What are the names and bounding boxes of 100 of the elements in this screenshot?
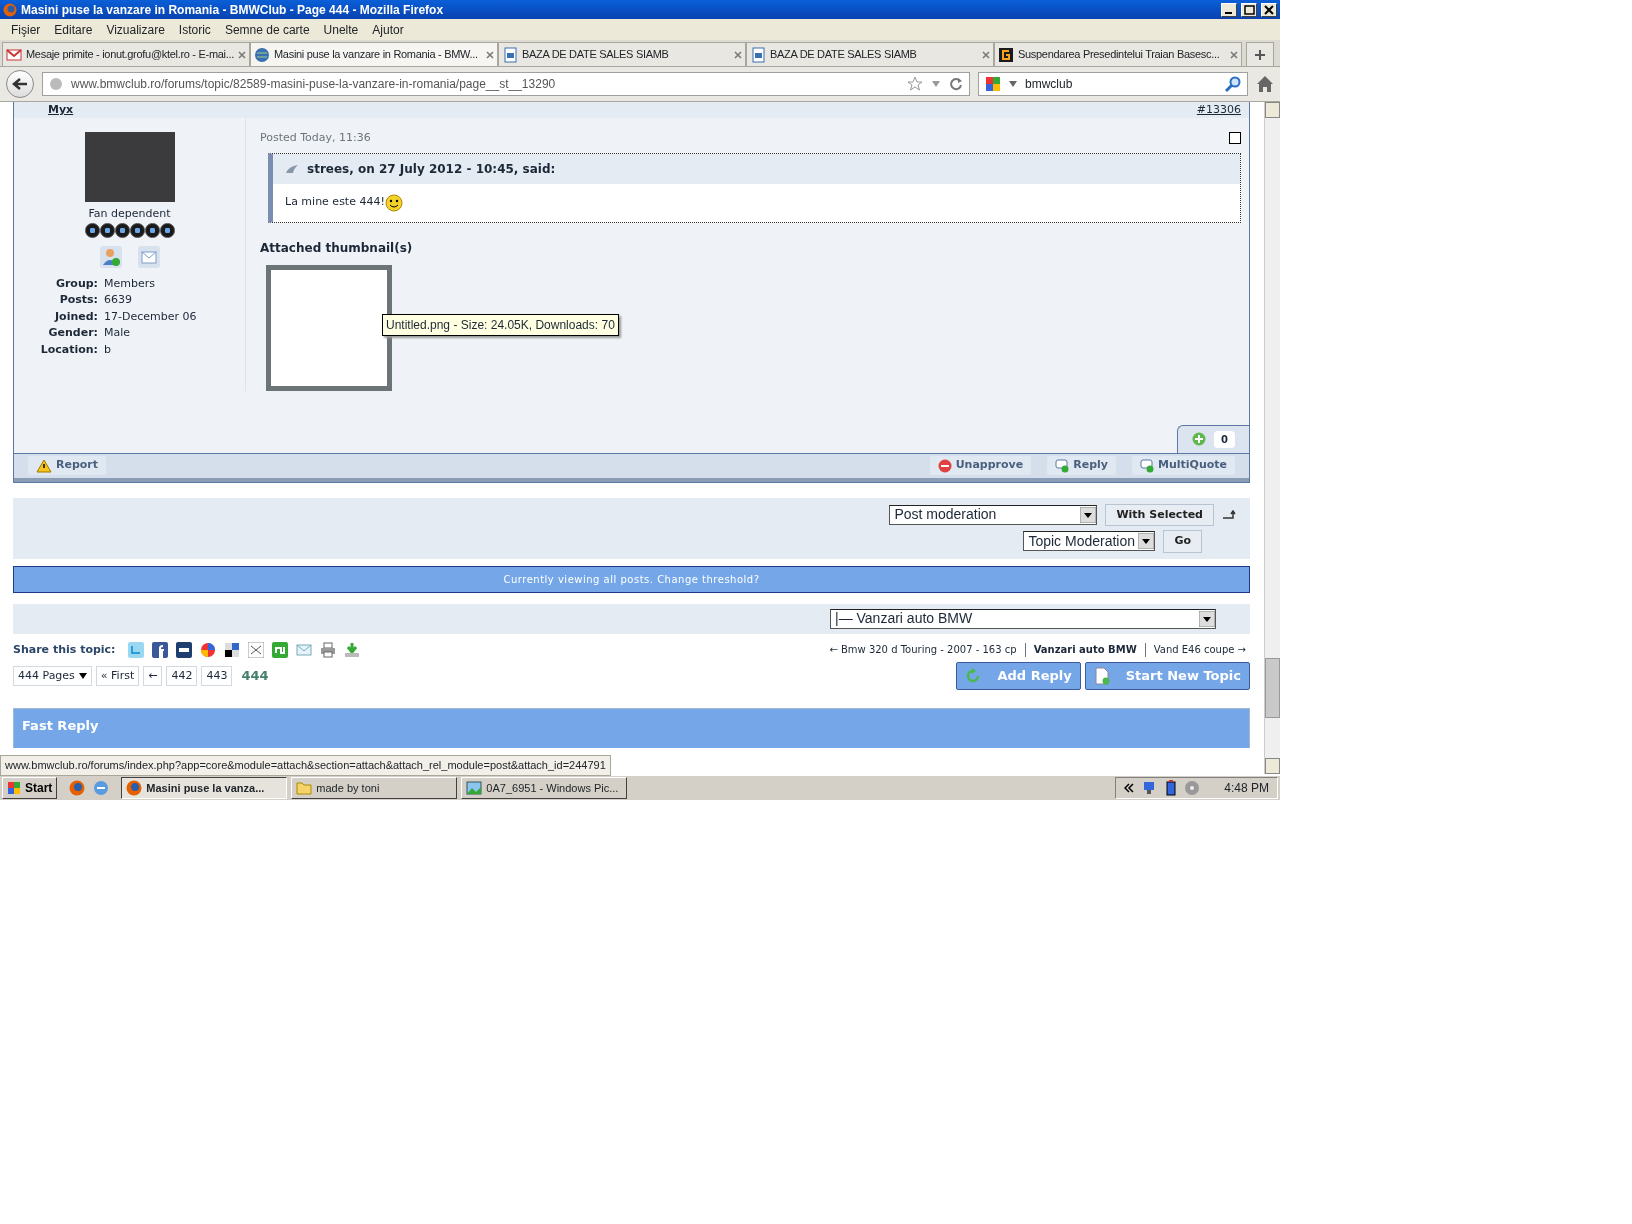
search-field[interactable]: bmwclub	[978, 72, 1248, 96]
arrow-up-right-icon[interactable]	[1222, 509, 1236, 520]
logo-icon	[998, 46, 1014, 63]
caret-icon	[1080, 506, 1097, 523]
rank-pip	[99, 222, 115, 238]
home-icon[interactable]	[1256, 75, 1274, 93]
caret-icon	[1199, 610, 1215, 627]
post-action-button[interactable]: MultiQuote	[1131, 456, 1235, 475]
printer-icon[interactable]	[319, 641, 336, 658]
post-action-button[interactable]: Reply	[1047, 456, 1116, 475]
menu-item[interactable]: Editare	[47, 18, 100, 41]
document-icon	[1093, 666, 1110, 685]
smiley-icon	[384, 193, 403, 212]
browser-tab[interactable]: Masini puse la vanzare in Romania - BMW...	[250, 42, 498, 66]
report-button[interactable]: Report	[28, 456, 107, 475]
go-button[interactable]: Go	[1163, 530, 1202, 553]
share-label: Share this topic:	[13, 641, 116, 658]
pages-dropdown[interactable]: 444 Pages	[13, 665, 92, 686]
scrollbar[interactable]	[1264, 102, 1280, 774]
post-action-button[interactable]: Unapprove	[929, 456, 1032, 475]
menu-item[interactable]: Vizualizare	[99, 18, 172, 41]
facebook-icon[interactable]	[151, 641, 168, 658]
battery-icon[interactable]	[1166, 780, 1177, 796]
address-field[interactable]: www.bmwclub.ro/forums/topic/82589-masini-puse-la-vanzare-in-romania/page__st__13290	[42, 72, 970, 96]
back-button[interactable]	[6, 70, 34, 98]
browser-tab[interactable]: Mesaje primite - ionut.grofu@ktel.ro - E-mai...	[2, 42, 250, 66]
taskbar-button[interactable]: 0A7_6951 - Windows Pic...	[461, 777, 628, 799]
mail-icon	[6, 46, 22, 63]
plus-icon[interactable]	[1254, 48, 1266, 61]
add-friend-icon[interactable]	[99, 245, 122, 268]
star-icon[interactable]	[907, 76, 923, 92]
rank-pip	[114, 222, 130, 238]
download-icon[interactable]	[343, 641, 360, 658]
start-button[interactable]: Start	[2, 777, 58, 799]
taskbar-button[interactable]: Masini puse la vanza...	[121, 777, 288, 799]
caret-icon[interactable]	[931, 80, 941, 88]
quote-citation: strees, on 27 July 2012 - 10:45, said:	[307, 160, 556, 178]
menu-item[interactable]: Semne de carte	[217, 18, 317, 41]
quote-icon	[285, 163, 299, 174]
taskbar-button[interactable]: made by toni	[291, 777, 458, 799]
firefox-icon[interactable]	[69, 780, 86, 796]
forum-link[interactable]: Vanzari auto BMW	[1033, 642, 1137, 658]
checkbox[interactable]	[1229, 132, 1241, 145]
browser-tab[interactable]: BAZA DE DATE SALES SIAMB	[746, 42, 994, 66]
firefox-icon	[126, 780, 143, 796]
menu-item[interactable]: Istoric	[171, 18, 218, 41]
quote-text: La mine este 444!	[285, 194, 385, 211]
windows-logo-icon	[7, 781, 21, 795]
attachments-heading: Attached thumbnail(s)	[260, 239, 414, 257]
dropdown[interactable]: |— Vanzari auto BMW	[830, 608, 1216, 629]
folder-icon	[296, 780, 313, 796]
arrow-left-icon	[12, 77, 28, 91]
status-bar: www.bmwclub.ro/forums/index.php?app=core&module=attach&section=attach&attach_rel_module=post&attach_id=244791	[0, 755, 611, 776]
field-value: 17-December 06	[104, 308, 197, 325]
menu-item[interactable]: Unelte	[316, 18, 366, 41]
tooltip: Untitled.png - Size: 24.05K, Downloads: 70	[382, 314, 619, 336]
close-icon[interactable]	[1262, 3, 1276, 16]
browser-tab[interactable]: BAZA DE DATE SALES SIAMB	[498, 42, 746, 66]
stumbleupon-icon[interactable]	[271, 641, 288, 658]
caret-icon	[1009, 81, 1017, 87]
page-link[interactable]: « First	[95, 665, 140, 686]
field-value: Members	[104, 275, 155, 292]
dropdown[interactable]: Topic Moderation	[1023, 531, 1156, 552]
author-link[interactable]: Myx	[22, 102, 74, 118]
window-title: Masini puse la vanzare in Romania - BMWClub - Page 444 - Mozilla Firefox	[21, 1, 445, 19]
page-link[interactable]: ←	[143, 665, 163, 686]
caret-icon	[78, 672, 87, 679]
reload-icon[interactable]	[949, 77, 963, 91]
previous-topic-link[interactable]: ← Bmw 320 d Touring - 2007 - 163 cp	[829, 642, 1017, 658]
page-link[interactable]: 442	[166, 665, 198, 686]
menu-item[interactable]: Fişier	[4, 18, 48, 41]
field-label: Location:	[39, 341, 99, 358]
browser-tab[interactable]: Suspendarea Presedintelui Traian Basesc...	[994, 42, 1242, 66]
post-date: Posted Today, 11:36	[260, 130, 371, 146]
post-number-link[interactable]: #13306	[1196, 102, 1241, 118]
field-value: Male	[104, 325, 131, 341]
page-link[interactable]: 443	[201, 665, 233, 686]
google-icon	[985, 76, 1001, 92]
rank-pip	[159, 222, 175, 238]
refresh-icon	[965, 667, 982, 684]
chevron-left-icon[interactable]	[1124, 783, 1135, 793]
squares-icon[interactable]	[223, 641, 240, 658]
field-value: b	[104, 341, 111, 358]
maximize-icon[interactable]	[1242, 3, 1256, 16]
picture-icon	[466, 780, 483, 796]
field-label: Gender:	[47, 325, 99, 341]
field-label: Group:	[54, 275, 99, 292]
with-selected-button[interactable]: With Selected	[1105, 503, 1214, 526]
rank-title: Fan dependent	[88, 206, 171, 222]
field-label: Posts:	[58, 292, 99, 308]
reputation-count: 0	[1214, 430, 1235, 448]
search-icon[interactable]	[1225, 76, 1241, 92]
clock: 4:48 PM	[1224, 780, 1269, 797]
menu-item[interactable]: Ajutor	[365, 18, 411, 41]
rank-pip	[129, 222, 145, 238]
rank-pip	[84, 222, 100, 238]
field-label: Joined:	[53, 308, 99, 325]
next-topic-link[interactable]: Vand E46 coupe →	[1153, 642, 1246, 658]
warning-icon	[36, 458, 52, 473]
dropdown[interactable]: Post moderation	[889, 504, 1098, 525]
